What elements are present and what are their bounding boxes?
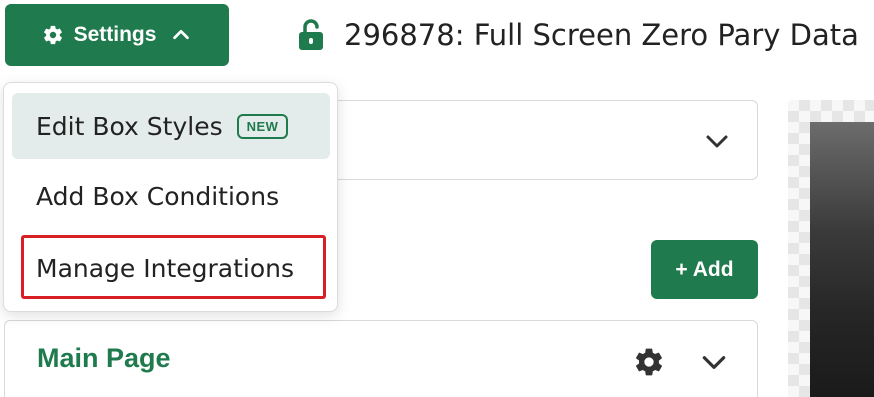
settings-dropdown-menu: Edit Box Styles NEW Add Box Conditions M… <box>3 82 338 312</box>
gear-icon[interactable] <box>633 346 665 378</box>
chevron-down-icon[interactable] <box>699 349 729 375</box>
preview-canvas <box>788 100 874 397</box>
settings-button[interactable]: Settings <box>5 4 229 66</box>
main-page-row[interactable]: Main Page <box>4 320 758 397</box>
menu-item-add-box-conditions[interactable]: Add Box Conditions <box>12 163 330 229</box>
page-header: 296878: Full Screen Zero Pary Data <box>296 14 859 56</box>
menu-item-label: Add Box Conditions <box>36 181 280 211</box>
new-badge: NEW <box>236 113 289 139</box>
preview-image <box>810 122 874 397</box>
menu-item-label: Edit Box Styles <box>36 111 223 141</box>
page-title: 296878: Full Screen Zero Pary Data <box>344 18 859 52</box>
gear-icon <box>42 24 64 46</box>
menu-item-edit-box-styles[interactable]: Edit Box Styles NEW <box>12 93 330 159</box>
unlocked-padlock-icon[interactable] <box>296 18 326 52</box>
settings-label: Settings <box>73 23 157 46</box>
main-page-label[interactable]: Main Page <box>37 343 171 374</box>
chevron-up-icon <box>170 24 192 46</box>
menu-item-label: Manage Integrations <box>36 253 295 283</box>
add-button[interactable]: + Add <box>651 240 758 299</box>
chevron-down-icon[interactable] <box>703 129 731 153</box>
menu-item-manage-integrations[interactable]: Manage Integrations <box>12 235 330 301</box>
